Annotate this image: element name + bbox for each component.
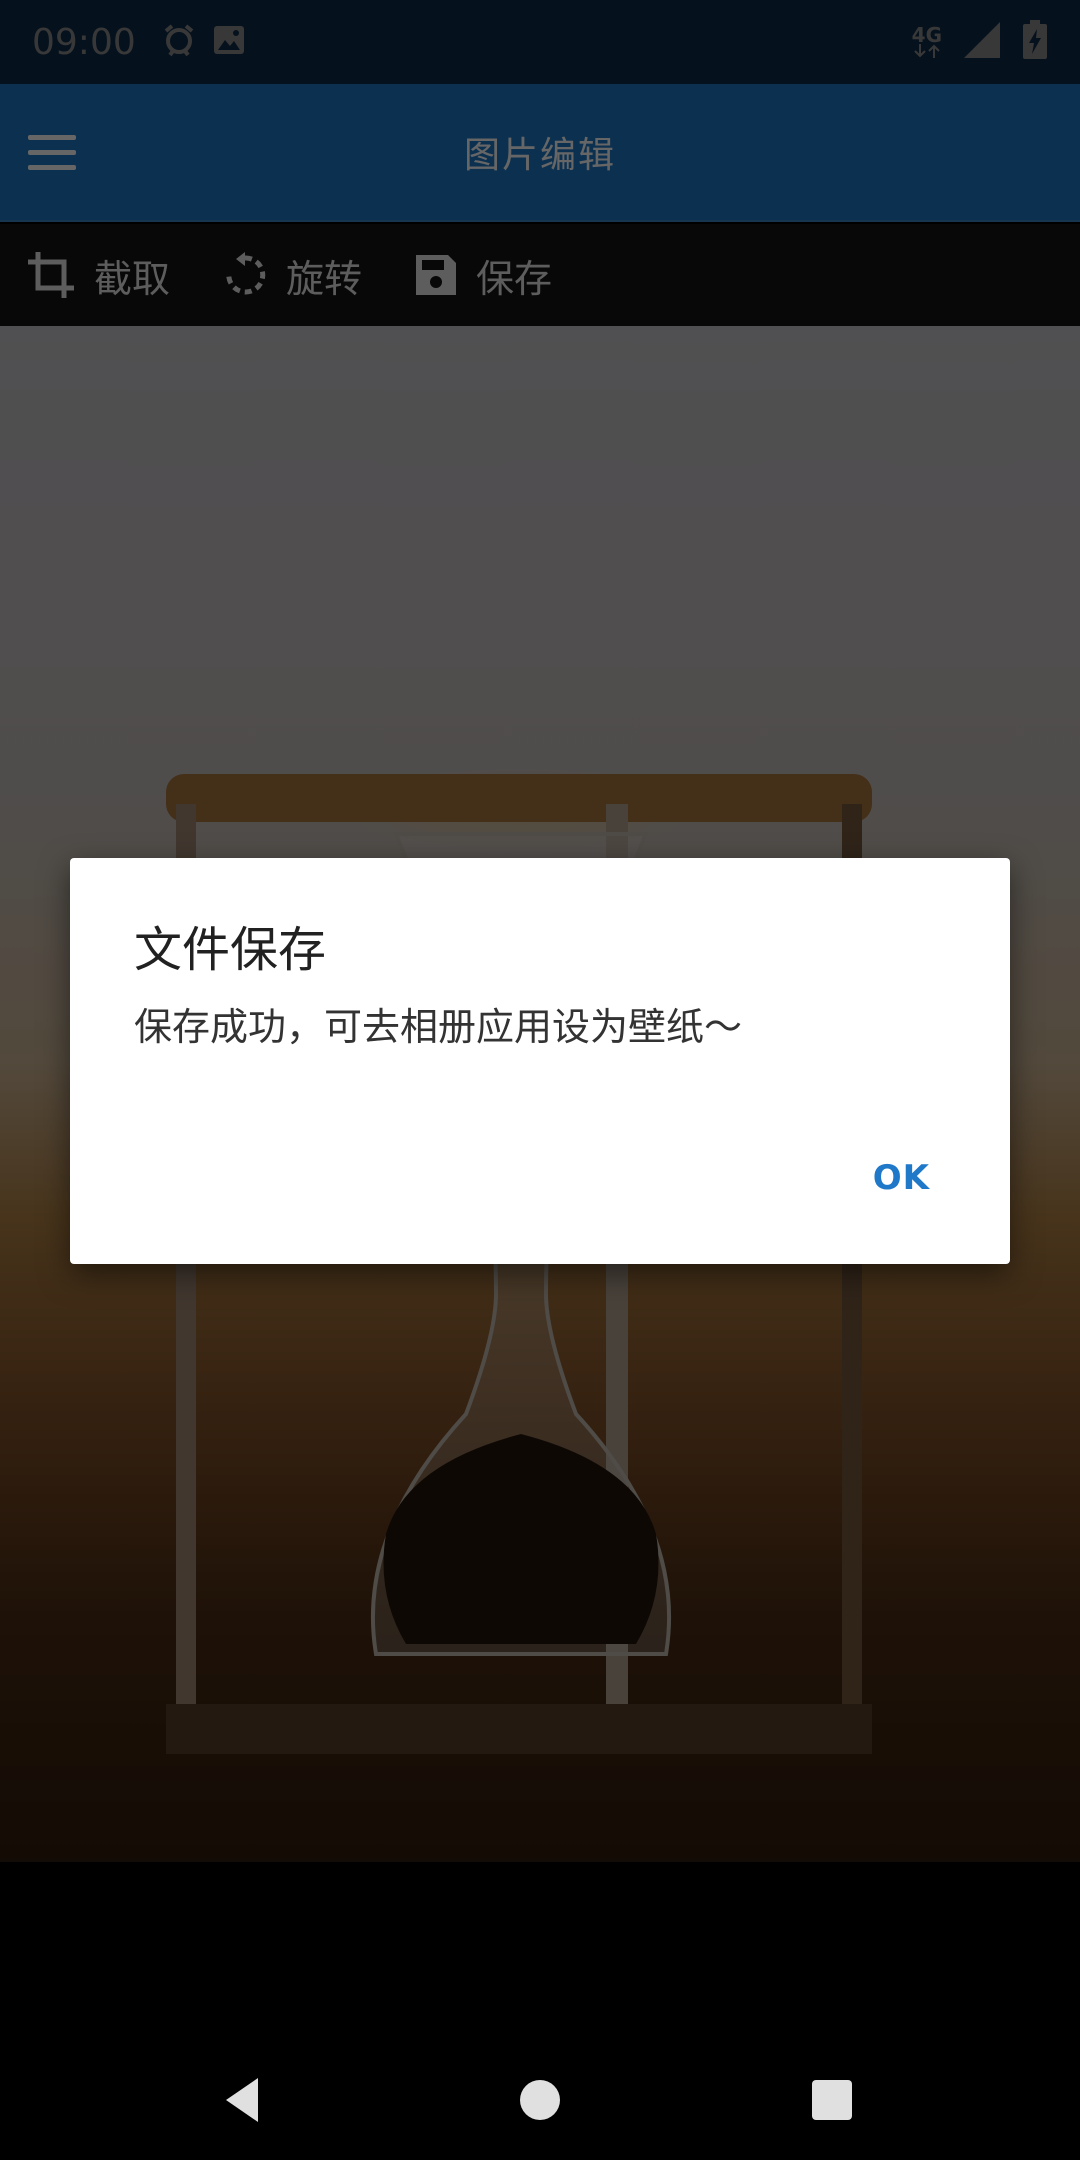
rotate-button[interactable]: 旋转: [222, 248, 362, 303]
rotate-icon: [226, 252, 266, 295]
status-scrim: [0, 0, 1080, 84]
ok-button[interactable]: OK: [873, 1158, 930, 1198]
dialog-title: 文件保存: [134, 922, 327, 978]
crop-button[interactable]: 截取: [26, 248, 170, 303]
crop-icon: [28, 252, 74, 298]
hamburger-menu-icon[interactable]: [28, 122, 88, 182]
save-label: 保存: [476, 256, 553, 301]
save-success-dialog: 文件保存 保存成功，可去相册应用设为壁纸～ OK: [70, 858, 1010, 1264]
recents-icon[interactable]: [796, 2064, 868, 2136]
dialog-message: 保存成功，可去相册应用设为壁纸～: [134, 1005, 743, 1049]
app-title: 图片编辑: [463, 135, 616, 176]
home-icon[interactable]: [504, 2064, 576, 2136]
crop-label: 截取: [94, 256, 171, 301]
app-bar: 图片编辑: [0, 84, 1080, 222]
edit-toolbar: 截取 旋转 保存: [0, 224, 1080, 326]
back-icon[interactable]: [208, 2064, 280, 2136]
rotate-label: 旋转: [286, 256, 363, 301]
save-button[interactable]: 保存: [414, 248, 552, 303]
save-icon: [416, 255, 457, 295]
